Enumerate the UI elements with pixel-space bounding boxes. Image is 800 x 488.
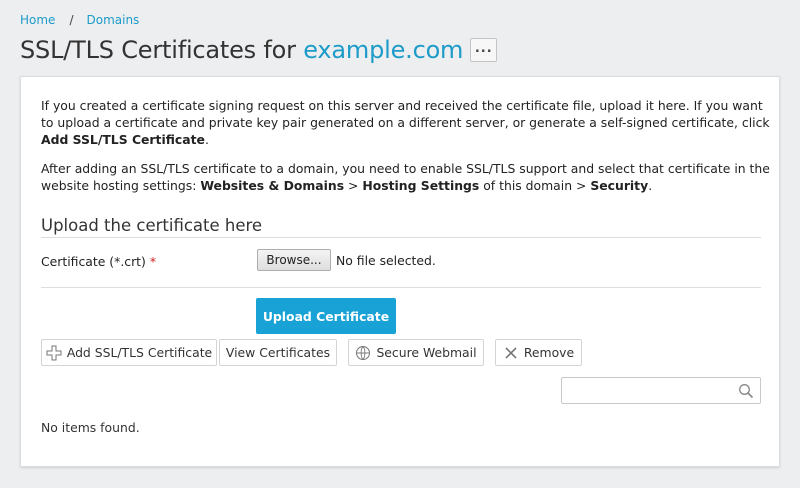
breadcrumb: Home / Domains — [20, 13, 139, 27]
view-certificates-label: View Certificates — [225, 345, 331, 360]
intro-paragraph-1: If you created a certificate signing req… — [41, 97, 771, 148]
empty-list-message: No items found. — [41, 420, 140, 435]
list-toolbar: Add SSL/TLS Certificate View Certificate… — [41, 339, 601, 367]
section-divider — [41, 237, 761, 238]
secure-webmail-button[interactable]: Secure Webmail — [348, 339, 484, 366]
breadcrumb-separator: / — [69, 13, 74, 27]
breadcrumb-home-link[interactable]: Home — [20, 13, 55, 27]
page-header: SSL/TLS Certificates for example.com ... — [20, 36, 498, 64]
search-field[interactable] — [561, 377, 761, 404]
remove-button[interactable]: Remove — [495, 339, 582, 366]
plus-icon — [46, 345, 62, 361]
intro-p1-text: If you created a certificate signing req… — [41, 98, 770, 130]
view-certificates-button[interactable]: View Certificates — [219, 339, 337, 366]
search-input[interactable] — [562, 378, 732, 403]
breadcrumb-domains-link[interactable]: Domains — [86, 13, 139, 27]
remove-x-icon — [503, 345, 519, 361]
intro-paragraph-2: After adding an SSL/TLS certificate to a… — [41, 160, 771, 194]
page-title-prefix: SSL/TLS Certificates for — [20, 36, 304, 64]
add-certificate-button[interactable]: Add SSL/TLS Certificate — [41, 339, 217, 366]
intro-p2-end: . — [648, 178, 653, 193]
content-panel: If you created a certificate signing req… — [20, 76, 780, 467]
upload-certificate-button[interactable]: Upload Certificate — [256, 298, 396, 334]
page-title: SSL/TLS Certificates for example.com — [20, 36, 463, 64]
upload-section-title: Upload the certificate here — [41, 216, 263, 235]
certificate-field-label-text: Certificate (*.crt) — [41, 254, 146, 269]
search-icon[interactable] — [738, 383, 754, 399]
intro-p1-bold: Add SSL/TLS Certificate — [41, 132, 205, 147]
intro-p2-bold-1: Websites & Domains — [200, 178, 345, 193]
certificate-field-label: Certificate (*.crt) * — [41, 254, 156, 269]
intro-text: If you created a certificate signing req… — [41, 97, 771, 206]
intro-p1-end: . — [204, 132, 209, 147]
more-actions-button[interactable]: ... — [470, 38, 498, 62]
intro-p2-bold-2: Hosting Settings — [362, 178, 480, 193]
file-status-text: No file selected. — [336, 253, 436, 268]
globe-lock-icon — [355, 345, 371, 361]
browse-button[interactable]: Browse... — [257, 249, 331, 271]
intro-p2-mid-2: of this domain > — [479, 178, 591, 193]
intro-p2-bold-3: Security — [590, 178, 649, 193]
required-mark: * — [149, 254, 157, 269]
remove-label: Remove — [523, 345, 575, 360]
intro-p2-mid-1: > — [344, 178, 363, 193]
secure-webmail-label: Secure Webmail — [376, 345, 477, 360]
form-divider — [41, 287, 761, 288]
page-title-domain-link[interactable]: example.com — [303, 36, 463, 64]
add-certificate-label: Add SSL/TLS Certificate — [66, 345, 213, 360]
